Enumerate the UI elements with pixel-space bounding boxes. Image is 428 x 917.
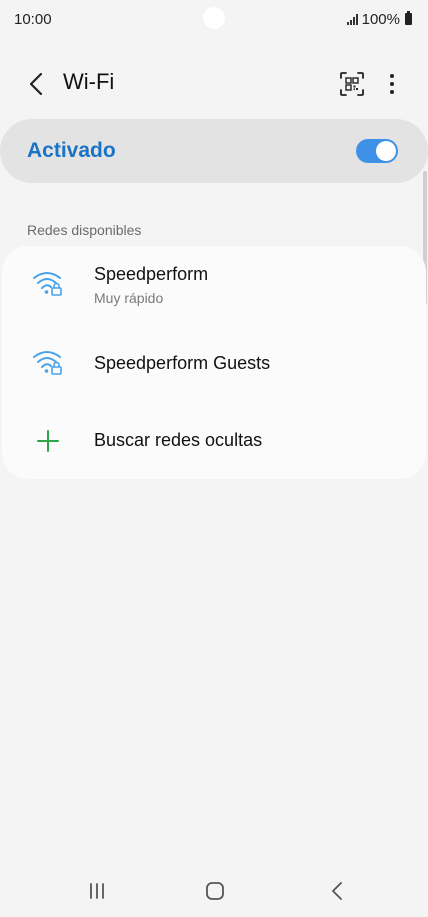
nav-back-button[interactable]	[326, 880, 348, 902]
home-icon	[206, 882, 224, 900]
qr-code-icon	[340, 72, 364, 96]
wifi-locked-icon	[33, 272, 62, 296]
signal-icon	[346, 13, 358, 25]
search-hidden-networks[interactable]: Buscar redes ocultas	[2, 402, 426, 479]
app-header: Wi-Fi	[0, 58, 428, 110]
home-button[interactable]	[204, 880, 226, 902]
back-arrow-icon	[29, 72, 43, 96]
master-switch-label: Activado	[27, 139, 116, 162]
network-name: Speedperform Guests	[94, 353, 271, 373]
wifi-locked-icon	[33, 351, 62, 375]
plus-icon	[37, 430, 59, 452]
wifi-toggle[interactable]	[356, 139, 398, 163]
qr-code-button[interactable]	[339, 71, 365, 97]
battery-percent: 100%	[361, 10, 400, 28]
network-item-speedperform[interactable]: Speedperform Muy rápido	[2, 246, 426, 326]
wifi-master-switch[interactable]: Activado	[0, 119, 428, 183]
status-right: 100%	[346, 10, 412, 28]
search-hidden-label: Buscar redes ocultas	[94, 430, 263, 450]
status-time: 10:00	[14, 10, 52, 28]
camera-cutout	[203, 7, 225, 29]
back-button[interactable]	[22, 70, 50, 98]
recent-apps-button[interactable]	[86, 880, 108, 902]
more-options-icon	[390, 74, 394, 78]
page-title: Wi-Fi	[63, 69, 115, 94]
navigation-bar	[0, 862, 428, 917]
more-options-button[interactable]	[380, 70, 404, 98]
battery-icon	[405, 11, 412, 25]
section-label: Redes disponibles	[27, 222, 142, 238]
back-icon	[332, 882, 342, 900]
network-status: Muy rápido	[94, 290, 164, 306]
recent-apps-icon	[90, 883, 104, 899]
network-name: Speedperform	[94, 264, 209, 284]
network-item-speedperform-guests[interactable]: Speedperform Guests	[2, 326, 426, 402]
networks-list: Speedperform Muy rápido Speedperform Gue…	[2, 246, 426, 479]
